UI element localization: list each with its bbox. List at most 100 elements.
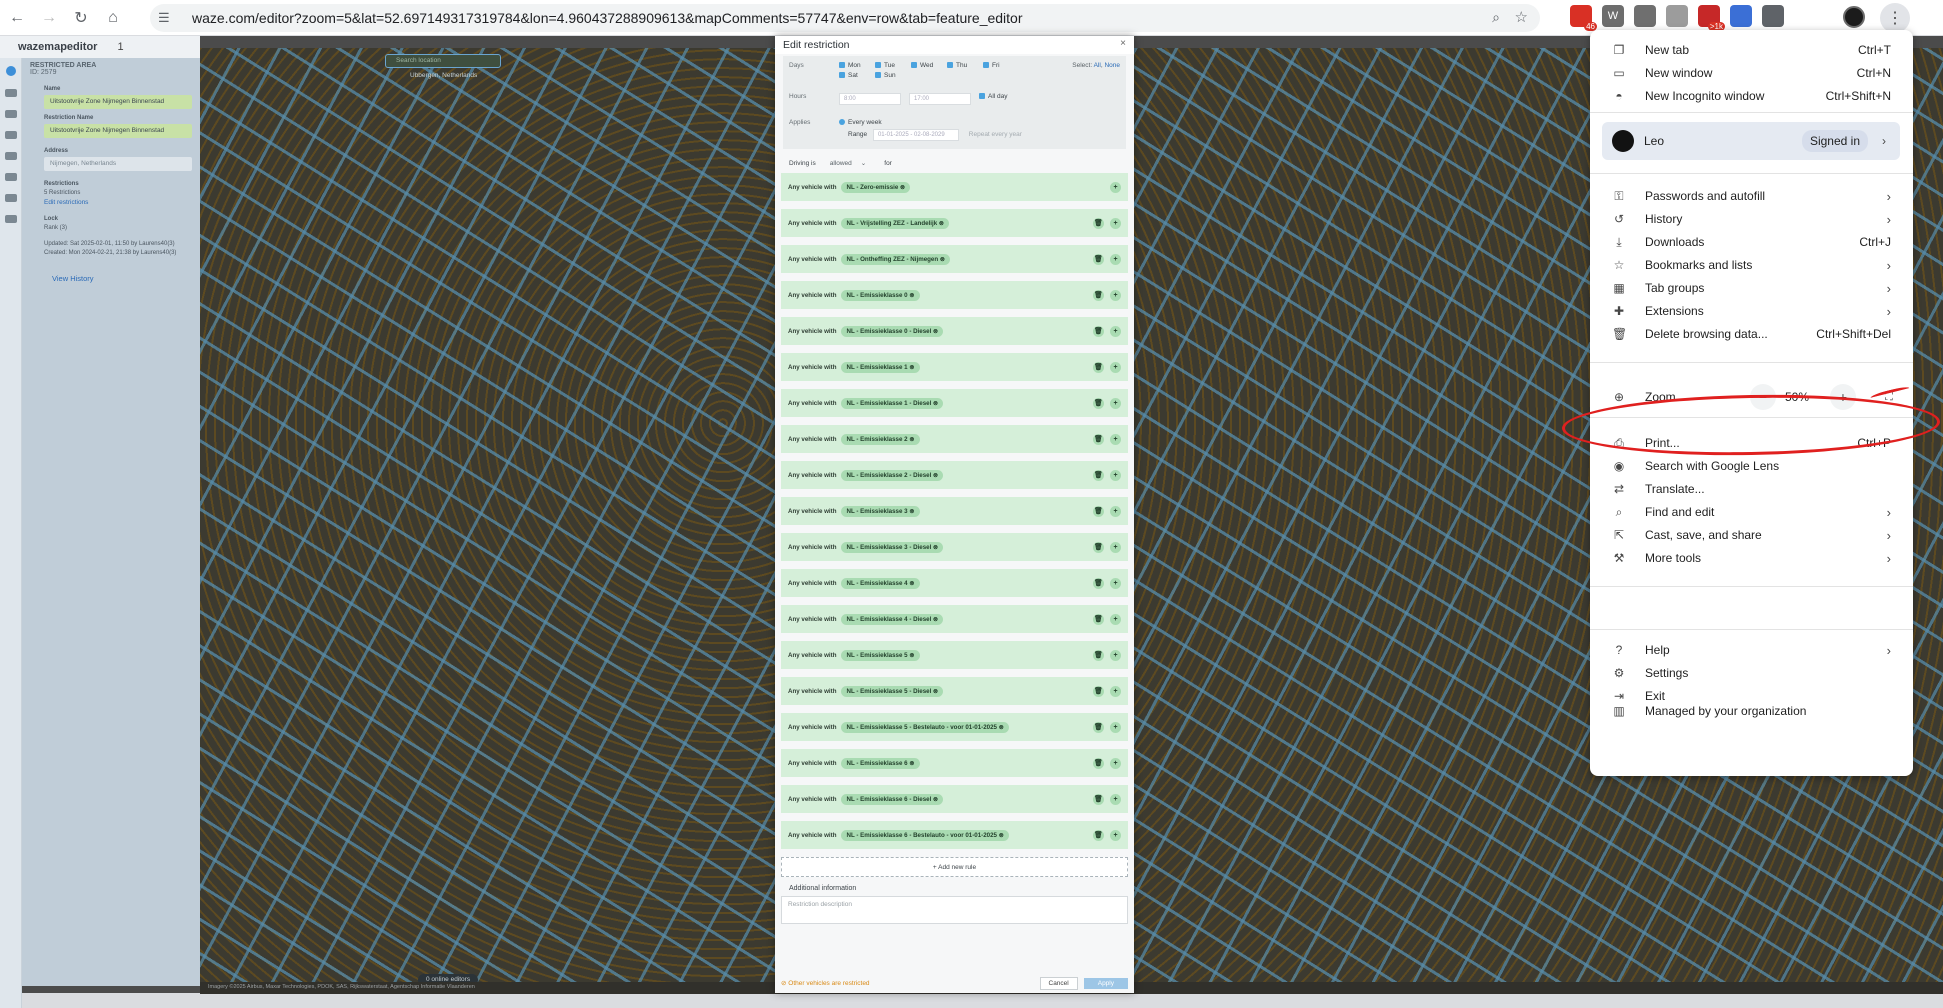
add-icon[interactable]: + [1110, 397, 1121, 409]
delete-rule-icon[interactable]: 🗑 [1093, 325, 1104, 337]
gear-icon[interactable] [4, 215, 17, 223]
site-info-icon[interactable]: ☰ [158, 10, 180, 26]
description-textarea[interactable]: Restriction description [781, 896, 1128, 924]
vehicle-type-chip[interactable]: NL - Emissieklasse 1 ⊗ [841, 361, 920, 373]
vehicle-type-chip[interactable]: NL - Emissieklasse 5 - Diesel ⊗ [841, 685, 944, 697]
ext-calendar[interactable]: >1k [1698, 5, 1725, 31]
day-checkbox-fri[interactable]: Fri [983, 62, 1019, 69]
back-icon[interactable]: ← [2, 3, 32, 33]
add-icon[interactable]: + [1110, 217, 1121, 229]
ext-w[interactable]: W [1602, 5, 1624, 27]
add-icon[interactable]: + [1110, 361, 1121, 373]
vehicle-type-chip[interactable]: NL - Emissieklasse 2 - Diesel ⊗ [841, 469, 944, 481]
delete-rule-icon[interactable]: 🗑 [1093, 829, 1104, 841]
vehicle-type-chip[interactable]: NL - Emissieklasse 4 ⊗ [841, 577, 920, 589]
day-checkbox-thu[interactable]: Thu [947, 62, 983, 69]
add-icon[interactable]: + [1110, 649, 1121, 661]
vehicle-type-chip[interactable]: NL - Emissieklasse 3 ⊗ [841, 505, 920, 517]
zoom-indicator-icon[interactable]: ⌕ [1492, 9, 1500, 26]
delete-rule-icon[interactable]: 🗑 [1093, 541, 1104, 553]
menu-item-settings[interactable]: ⚙ Settings [1590, 661, 1913, 685]
add-rule-button[interactable]: + Add new rule [781, 857, 1128, 877]
menu-item-delete-browsing-data[interactable]: 🗑 Delete browsing data... Ctrl+Shift+Del [1590, 322, 1913, 346]
menu-item-history[interactable]: ↺ History › [1590, 207, 1913, 231]
calendar-icon[interactable] [4, 131, 17, 139]
menu-item-new-window[interactable]: ▭ New window Ctrl+N [1590, 61, 1913, 85]
delete-rule-icon[interactable]: 🗑 [1093, 397, 1104, 409]
day-checkbox-sat[interactable]: Sat [839, 72, 875, 79]
view-history-link[interactable]: View History [52, 274, 200, 283]
add-icon[interactable]: + [1110, 613, 1121, 625]
all-day-checkbox[interactable]: All day [979, 93, 1008, 100]
delete-rule-icon[interactable]: 🗑 [1093, 253, 1104, 265]
delete-rule-icon[interactable]: 🗑 [1093, 469, 1104, 481]
menu-item-search-with-google-lens[interactable]: ◉ Search with Google Lens [1590, 454, 1913, 478]
hour-to-input[interactable]: 17:00 [909, 93, 971, 105]
repeat-checkbox[interactable]: Repeat every year [969, 131, 1022, 138]
add-icon[interactable]: + [1110, 829, 1121, 841]
edit-restrictions-link[interactable]: Edit restrictions [44, 199, 200, 206]
delete-rule-icon[interactable]: 🗑 [1093, 685, 1104, 697]
day-checkbox-tue[interactable]: Tue [875, 62, 911, 69]
menu-item-find-and-edit[interactable]: ⌕ Find and edit › [1590, 500, 1913, 524]
delete-rule-icon[interactable]: 🗑 [1093, 613, 1104, 625]
delete-rule-icon[interactable]: 🗑 [1093, 289, 1104, 301]
vehicle-type-chip[interactable]: NL - Zero-emissie ⊗ [841, 181, 911, 193]
menu-kebab-icon[interactable]: ⋮ [1880, 3, 1910, 33]
add-icon[interactable]: + [1110, 181, 1121, 193]
vehicle-type-chip[interactable]: NL - Emissieklasse 5 ⊗ [841, 649, 920, 661]
address-field[interactable]: Nijmegen, Netherlands [44, 157, 192, 171]
vehicle-type-chip[interactable]: NL - Emissieklasse 6 ⊗ [841, 757, 920, 769]
delete-rule-icon[interactable]: 🗑 [1093, 217, 1104, 229]
vehicle-type-chip[interactable]: NL - Emissieklasse 0 ⊗ [841, 289, 920, 301]
range-radio[interactable]: Range 01-01-2025 - 02-08-2029 Repeat eve… [839, 129, 1022, 141]
menu-item-bookmarks-and-lists[interactable]: ☆ Bookmarks and lists › [1590, 253, 1913, 277]
vehicle-type-chip[interactable]: NL - Vrijstelling ZEZ - Landelijk ⊗ [841, 217, 950, 229]
puzzle-icon[interactable] [1762, 5, 1784, 27]
ext-face[interactable] [1666, 5, 1688, 27]
vehicle-type-chip[interactable]: NL - Emissieklasse 3 - Diesel ⊗ [841, 541, 944, 553]
select-all-link[interactable]: All [1094, 62, 1101, 69]
globe-icon[interactable] [4, 173, 17, 181]
vehicle-type-chip[interactable]: NL - Emissieklasse 5 - Bestelauto - voor… [841, 721, 1009, 733]
add-icon[interactable]: + [1110, 541, 1121, 553]
range-input[interactable]: 01-01-2025 - 02-08-2029 [872, 129, 959, 141]
day-checkbox-mon[interactable]: Mon [839, 62, 875, 69]
delete-rule-icon[interactable]: 🗑 [1093, 757, 1104, 769]
delete-rule-icon[interactable]: 🗑 [1093, 433, 1104, 445]
delete-rule-icon[interactable]: 🗑 [1093, 649, 1104, 661]
menu-item-new-tab[interactable]: ❐ New tab Ctrl+T [1590, 38, 1913, 62]
add-icon[interactable]: + [1110, 505, 1121, 517]
select-none-link[interactable]: None [1104, 62, 1120, 69]
apply-button[interactable]: Apply [1083, 977, 1128, 989]
name-field[interactable]: Uitstootvrije Zone Nijmegen Binnenstad [44, 95, 192, 109]
menu-item-more-tools[interactable]: ⚒ More tools › [1590, 546, 1913, 570]
menu-item-downloads[interactable]: ⤓ Downloads Ctrl+J [1590, 230, 1913, 254]
add-icon[interactable]: + [1110, 469, 1121, 481]
edit-icon[interactable] [4, 89, 17, 97]
menu-item-extensions[interactable]: ✚ Extensions › [1590, 299, 1913, 323]
vehicle-type-chip[interactable]: NL - Emissieklasse 2 ⊗ [841, 433, 920, 445]
search-input[interactable]: Search location [385, 54, 501, 68]
menu-item-tab-groups[interactable]: ▦ Tab groups › [1590, 276, 1913, 300]
add-icon[interactable]: + [1110, 685, 1121, 697]
menu-item-passwords-and-autofill[interactable]: ⚿ Passwords and autofill › [1590, 184, 1913, 208]
ext-grey-square[interactable] [1634, 5, 1656, 27]
add-icon[interactable]: + [1110, 757, 1121, 769]
day-checkbox-wed[interactable]: Wed [911, 62, 947, 69]
bookmark-star-icon[interactable]: ☆ [1515, 8, 1528, 26]
close-icon[interactable]: × [1120, 38, 1126, 49]
vehicle-type-chip[interactable]: NL - Ontheffing ZEZ - Nijmegen ⊗ [841, 253, 951, 265]
profile-menu-item[interactable]: Leo Signed in › [1602, 122, 1900, 160]
forward-icon[interactable]: → [34, 3, 64, 33]
vehicle-type-chip[interactable]: NL - Emissieklasse 1 - Diesel ⊗ [841, 397, 944, 409]
profile-avatar[interactable] [1843, 6, 1865, 28]
reload-icon[interactable]: ↻ [66, 3, 96, 33]
delete-rule-icon[interactable]: 🗑 [1093, 577, 1104, 589]
menu-item-help[interactable]: ? Help › [1590, 638, 1913, 662]
delete-rule-icon[interactable]: 🗑 [1093, 793, 1104, 805]
ext-pen[interactable] [1730, 5, 1752, 27]
hour-from-input[interactable]: 8:00 [839, 93, 901, 105]
header-counter[interactable]: 1 [117, 41, 123, 53]
add-icon[interactable]: + [1110, 721, 1121, 733]
